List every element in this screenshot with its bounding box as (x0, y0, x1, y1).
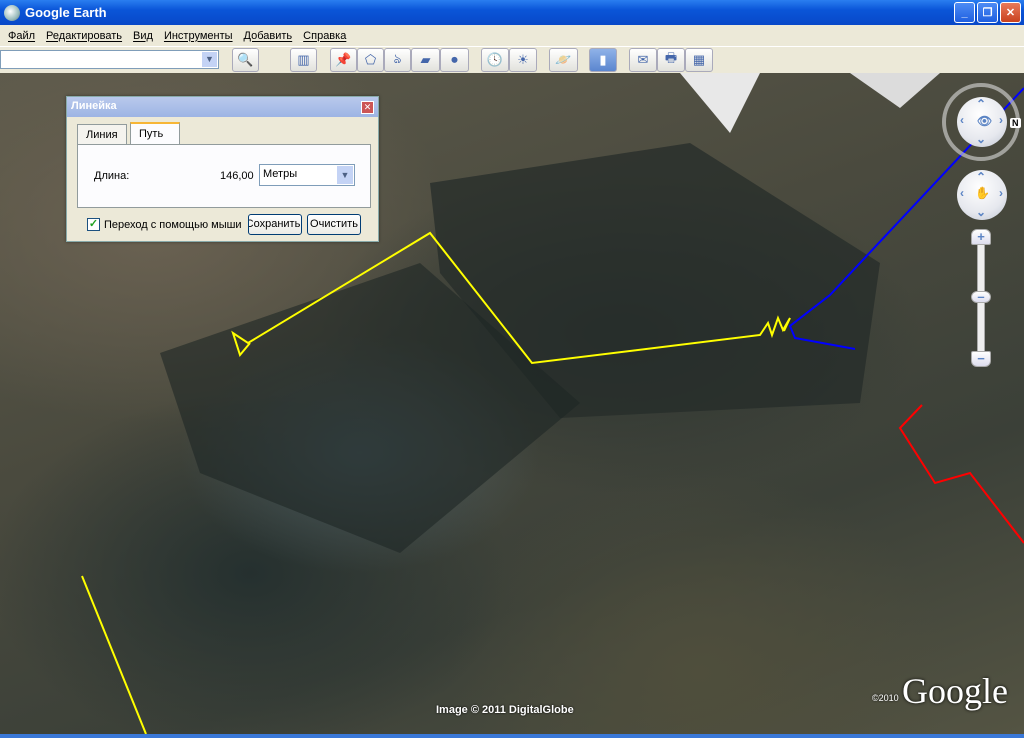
move-joystick[interactable]: ⌃ ✋ ‹ › ⌄ (957, 170, 1007, 220)
ruler-button[interactable]: ▮ (589, 48, 617, 72)
chevron-down-icon[interactable]: ▼ (202, 52, 217, 67)
print-button[interactable]: 🖶 (657, 48, 685, 72)
google-logo: Google (902, 671, 1008, 711)
menu-help[interactable]: Справка (299, 30, 353, 42)
close-button[interactable]: ✕ (1000, 2, 1021, 23)
menu-tools[interactable]: Инструменты (160, 30, 240, 42)
tab-line[interactable]: Линия (77, 124, 127, 144)
placemark-button[interactable]: 📌 (330, 48, 357, 72)
search-icon: 🔍 (237, 52, 254, 67)
dialog-title: Линейка (67, 97, 378, 117)
email-button[interactable]: ✉ (629, 48, 657, 72)
google-earth-logo-icon (4, 4, 20, 21)
unit-select[interactable]: Метры ▼ (259, 164, 355, 186)
length-value: 146,00 (220, 170, 254, 182)
maximize-button[interactable]: ❐ (977, 2, 998, 23)
ruler-dialog: Линейка ✕ Линия Путь Длина: 146,00 Метры… (66, 96, 379, 242)
record-tour-button[interactable]: ⏺ (440, 48, 469, 72)
path-button[interactable]: ঌ (384, 48, 411, 72)
north-button[interactable]: N (1010, 118, 1021, 128)
status-strip (0, 734, 1024, 738)
sidebar-button[interactable]: ▥ (290, 48, 317, 72)
image-overlay-button[interactable]: ▰ (411, 48, 440, 72)
length-label: Длина: (94, 170, 130, 182)
minimize-button[interactable]: _ (954, 2, 975, 23)
building-roof-light (850, 73, 940, 108)
historical-imagery-button[interactable]: 🕓 (481, 48, 509, 72)
search-input[interactable]: ▼ (0, 50, 219, 69)
mouse-nav-label: Переход с помощью мыши (104, 219, 242, 231)
dialog-close-button[interactable]: ✕ (361, 101, 374, 114)
look-joystick[interactable]: ⌃ 👁 ‹ › ⌄ (957, 97, 1007, 147)
polygon-button[interactable]: ⬠ (357, 48, 384, 72)
zoom-in-button[interactable]: + (971, 229, 991, 245)
menu-view[interactable]: Вид (129, 30, 160, 42)
sunlight-button[interactable]: ☀ (509, 48, 537, 72)
window-title: Google Earth (25, 5, 107, 20)
tab-panel: Длина: 146,00 Метры ▼ (77, 144, 371, 208)
attribution: Image © 2011 DigitalGlobe (436, 704, 574, 716)
mouse-nav-checkbox[interactable]: ✓ (87, 218, 100, 231)
search-button[interactable]: 🔍 (232, 48, 259, 72)
eye-icon: 👁 (977, 114, 993, 128)
title-bar: Google Earth _ ❐ ✕ (0, 0, 1024, 25)
menu-edit[interactable]: Редактировать (42, 30, 129, 42)
copyright-year: ©2010 (872, 693, 899, 703)
yellow-line (81, 575, 147, 734)
menu-add[interactable]: Добавить (240, 30, 300, 42)
planets-button[interactable]: 🪐 (549, 48, 578, 72)
building-roof-light (680, 73, 760, 133)
toolbar: ▼ 🔍 ▥ 📌 ⬠ ঌ ▰ ⏺ 🕓 ☀ 🪐 ▮ ✉ 🖶 ▦ (0, 46, 1024, 73)
hand-icon: ✋ (975, 186, 990, 200)
zoom-out-button[interactable]: − (971, 351, 991, 367)
tab-path[interactable]: Путь (130, 122, 180, 144)
chevron-down-icon[interactable]: ▼ (337, 166, 353, 184)
zoom-slider-handle[interactable]: – (971, 290, 991, 303)
clear-button[interactable]: Очистить (307, 214, 361, 235)
save-button[interactable]: Сохранить (248, 214, 302, 235)
unit-value: Метры (263, 168, 298, 180)
red-line (898, 404, 1024, 544)
view-in-maps-button[interactable]: ▦ (685, 48, 713, 72)
menu-file[interactable]: Файл (4, 30, 42, 42)
menu-bar: Файл Редактировать Вид Инструменты Добав… (0, 25, 1024, 46)
